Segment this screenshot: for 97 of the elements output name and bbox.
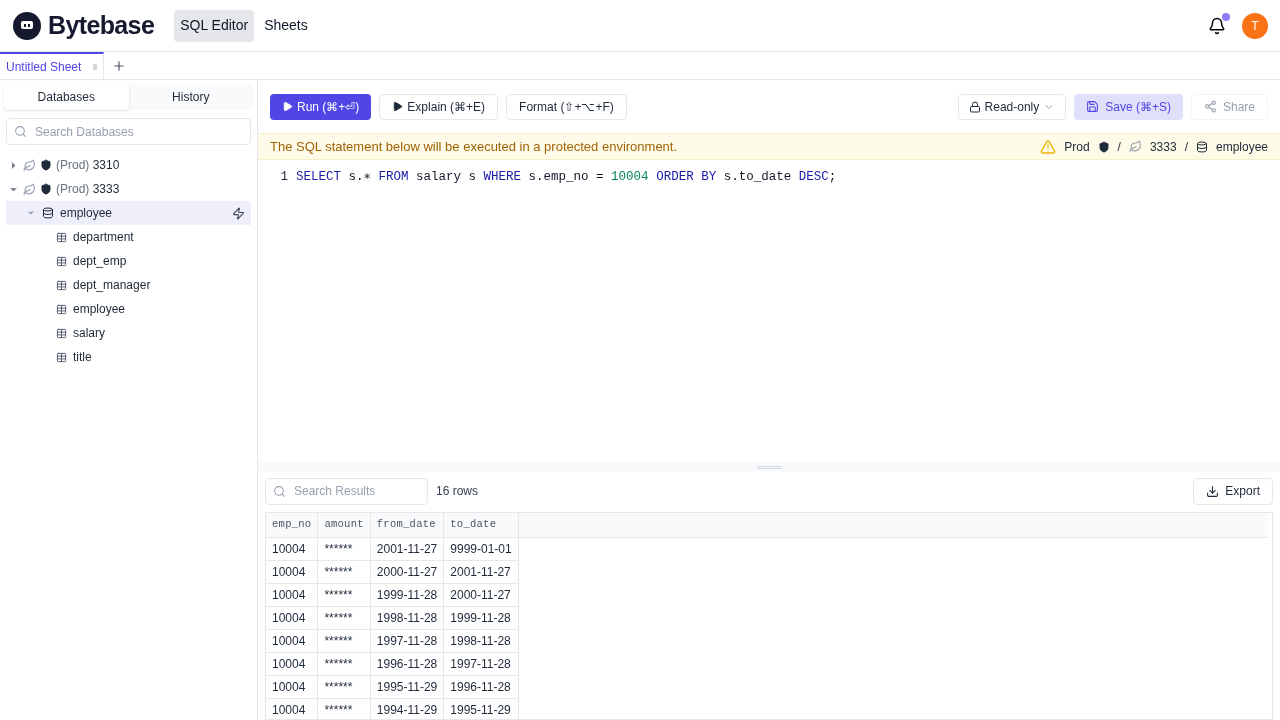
table-cell: 10004 (266, 606, 318, 629)
download-icon (1206, 484, 1220, 498)
table-cell: ****** (317, 583, 371, 606)
nav-tab[interactable]: Sheets (258, 9, 314, 42)
table-cell: 1996-11-28 (370, 652, 444, 675)
table-cell: 10004 (266, 652, 318, 675)
table-icon (56, 231, 67, 243)
table-item[interactable]: dept_emp (0, 249, 257, 273)
code-editor[interactable]: 1 SELECT s.∗ FROM salary s WHERE s.emp_no = 10004 ORDER BY s.to_date DESC; (258, 160, 1280, 462)
connection-item[interactable]: (Prod) 3333 (0, 177, 257, 201)
table-icon (56, 327, 67, 339)
table-cell: 1994-11-29 (370, 698, 444, 719)
search-field[interactable]: Search Databases (6, 118, 251, 145)
save-button[interactable]: Save (⌘+S) (1074, 93, 1183, 120)
table-cell: 1995-11-29 (370, 675, 444, 698)
table-item[interactable]: employee (0, 297, 257, 321)
column-header: amount (317, 513, 371, 537)
warning-icon (1040, 138, 1057, 155)
plus-icon (112, 58, 126, 73)
table-cell: 10004 (266, 560, 318, 583)
export-button[interactable]: Export (1193, 477, 1273, 505)
share-icon (1203, 100, 1217, 113)
unsaved-icon (93, 63, 97, 70)
sidebar-tab[interactable]: Databases (4, 84, 129, 110)
database-label: employee (1215, 138, 1268, 156)
table-cell: 1998-11-28 (443, 629, 519, 652)
line-number: 1 (279, 169, 289, 186)
leaf-icon (1128, 140, 1142, 153)
separator: / (1117, 138, 1121, 156)
table-cell: ****** (317, 606, 371, 629)
table-icon (56, 279, 67, 291)
table-cell: 2001-11-27 (370, 537, 444, 560)
table-cell: 10004 (266, 629, 318, 652)
search-icon (273, 484, 286, 498)
shield-icon (40, 159, 52, 171)
table-cell: 2000-11-27 (443, 583, 519, 606)
table-item[interactable]: title (0, 345, 257, 369)
play-icon (392, 101, 404, 112)
logo-icon (12, 10, 42, 41)
sheet-tab[interactable]: Untitled Sheet (0, 52, 104, 79)
table-item[interactable]: department (0, 225, 257, 249)
table-cell: 1995-11-29 (443, 698, 519, 719)
table-cell: ****** (317, 560, 371, 583)
table-cell: 1999-11-28 (370, 583, 444, 606)
table-cell: 9999-01-01 (443, 537, 519, 560)
shield-icon (1097, 140, 1110, 153)
table-item[interactable]: salary (0, 321, 257, 345)
shield-icon (40, 183, 52, 195)
search-icon (14, 125, 27, 138)
separator: / (1184, 138, 1188, 156)
leaf-icon (23, 158, 36, 172)
sidebar-tab[interactable]: History (128, 84, 253, 110)
format-button[interactable]: Format (⇧+⌥+F) (506, 93, 627, 120)
table-cell: 1997-11-28 (370, 629, 444, 652)
play-icon (282, 101, 293, 112)
leaf-icon (23, 182, 36, 196)
column-header: emp_no (266, 513, 318, 537)
table-cell: 1998-11-28 (370, 606, 444, 629)
table-cell: ****** (317, 629, 371, 652)
table-cell: ****** (317, 698, 371, 719)
database-icon (42, 207, 54, 219)
save-icon (1086, 100, 1100, 113)
table-cell: 1996-11-28 (443, 675, 519, 698)
table-cell: 10004 (266, 537, 318, 560)
table-cell: 2000-11-27 (370, 560, 444, 583)
table-icon (56, 303, 67, 315)
table-cell: 2001-11-27 (443, 560, 519, 583)
lightning-icon[interactable] (232, 206, 245, 220)
environment-label: Prod (1064, 138, 1090, 156)
column-header: from_date (370, 513, 444, 537)
code-line: SELECT s.∗ FROM salary s WHERE s.emp_no = 10004 ORDER BY s.to_date DESC; (296, 169, 837, 186)
table-cell: 10004 (266, 675, 318, 698)
connection-item[interactable]: (Prod) 3310 (0, 153, 257, 177)
database-item[interactable]: employee (6, 201, 251, 225)
table-cell: ****** (317, 652, 371, 675)
search-field[interactable]: Search Results (265, 477, 428, 505)
instance-label: 3333 (1149, 138, 1177, 156)
logo-text: Bytebase (48, 9, 155, 41)
table-cell: 1999-11-28 (443, 606, 519, 629)
table-cell: 10004 (266, 698, 318, 719)
database-icon (1195, 140, 1208, 153)
explain-button[interactable]: Explain (⌘+E) (379, 93, 499, 120)
run-button[interactable]: Run (⌘+⏎) (270, 93, 372, 120)
table-icon (56, 351, 67, 363)
table-cell: 10004 (266, 583, 318, 606)
table-item[interactable]: dept_manager (0, 273, 257, 297)
table-cell: ****** (317, 537, 371, 560)
warning-message: The SQL statement below will be executed in a protected environment. (270, 137, 678, 156)
mode-dropdown[interactable]: Read-only (957, 93, 1067, 120)
table-cell: ****** (317, 675, 371, 698)
column-header: to_date (443, 513, 519, 537)
table-cell: 1997-11-28 (443, 652, 519, 675)
row-count: 16 rows (436, 483, 479, 500)
table-icon (56, 255, 67, 267)
lock-icon (968, 100, 981, 113)
bell-icon (1208, 16, 1226, 35)
nav-tab[interactable]: SQL Editor (174, 9, 255, 42)
